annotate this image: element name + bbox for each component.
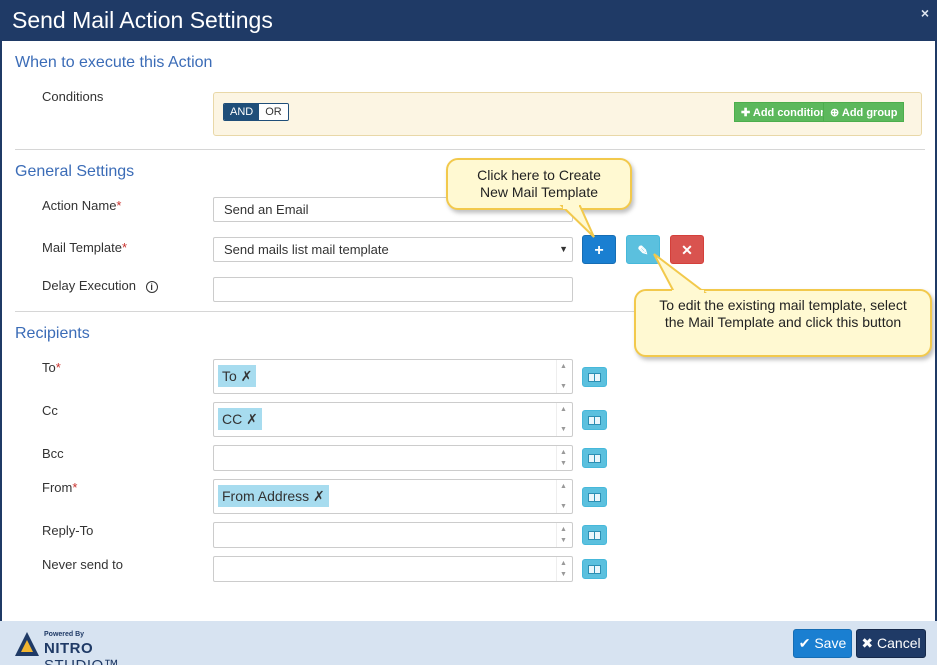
scroll-spinner[interactable]: ▲ ▼: [556, 480, 572, 513]
address-book-button-never-send-to[interactable]: [582, 559, 607, 579]
scroll-spinner[interactable]: ▲ ▼: [556, 403, 572, 436]
close-icon: ✖: [861, 635, 874, 651]
cancel-label: Cancel: [877, 635, 921, 651]
dialog-title-bar: Send Mail Action Settings ×: [0, 0, 937, 41]
divider: [15, 149, 925, 150]
create-mail-template-button[interactable]: +: [582, 235, 616, 264]
conditions-builder: AND OR ✚ Add condition ⊕ Add group: [213, 92, 922, 136]
address-book-icon: [588, 493, 601, 502]
close-icon[interactable]: ×: [921, 5, 929, 21]
nitro-studio-logo: Powered By NITRO STUDIO™: [14, 629, 164, 665]
address-book-button-cc[interactable]: [582, 410, 607, 430]
save-label: Save: [814, 635, 847, 651]
mail-template-label: Mail Template*: [42, 240, 127, 255]
cc-label: Cc: [42, 403, 58, 418]
to-label-text: To: [42, 360, 56, 375]
action-name-label-text: Action Name: [42, 198, 117, 213]
address-book-icon: [588, 373, 601, 382]
arrow-down-icon: ▼: [560, 571, 567, 578]
arrow-up-icon: ▲: [560, 483, 567, 490]
address-book-button-bcc[interactable]: [582, 448, 607, 468]
nitro-logo-icon: [15, 632, 39, 656]
save-button[interactable]: ✔ Save: [793, 629, 852, 658]
cc-field[interactable]: CC ✗ ▲ ▼: [213, 402, 573, 437]
scroll-spinner[interactable]: ▲ ▼: [556, 446, 572, 470]
from-label-text: From: [42, 480, 73, 495]
required-mark: *: [72, 480, 78, 495]
caret-down-icon: ▼: [559, 244, 568, 254]
arrow-up-icon: ▲: [560, 449, 567, 456]
add-condition-button[interactable]: ✚ Add condition: [734, 102, 834, 122]
dialog-title: Send Mail Action Settings: [12, 7, 273, 33]
bcc-label: Bcc: [42, 446, 64, 461]
arrow-down-icon: ▼: [560, 503, 567, 510]
arrow-up-icon: ▲: [560, 560, 567, 567]
scroll-spinner[interactable]: ▲ ▼: [556, 523, 572, 547]
create-template-callout: Click here to Create New Mail Template: [446, 158, 632, 210]
add-condition-label: Add condition: [752, 107, 827, 119]
address-book-icon: [588, 454, 601, 463]
address-book-button-to[interactable]: [582, 367, 607, 387]
arrow-down-icon: ▼: [560, 383, 567, 390]
never-send-to-field[interactable]: ▲ ▼: [213, 556, 573, 582]
section-title-general: General Settings: [15, 163, 135, 180]
section-title-recipients: Recipients: [15, 325, 90, 342]
add-group-button[interactable]: ⊕ Add group: [823, 102, 905, 122]
mail-template-label-text: Mail Template: [42, 240, 122, 255]
from-field[interactable]: From Address ✗ ▲ ▼: [213, 479, 573, 514]
arrow-up-icon: ▲: [560, 406, 567, 413]
brand-bold: NITRO: [44, 640, 94, 657]
plus-icon: +: [594, 242, 604, 259]
brand-rest: STUDIO™: [44, 657, 119, 665]
plus-circle-icon: ⊕: [830, 107, 840, 119]
cancel-button[interactable]: ✖ Cancel: [856, 629, 926, 658]
brand-text: NITRO STUDIO™: [44, 640, 164, 665]
address-book-icon: [588, 416, 601, 425]
and-or-toggle: AND OR: [223, 103, 289, 121]
or-toggle-button[interactable]: OR: [259, 104, 288, 120]
powered-by-text: Powered By: [44, 631, 85, 638]
bcc-field[interactable]: ▲ ▼: [213, 445, 573, 471]
and-toggle-button[interactable]: AND: [224, 104, 260, 120]
required-mark: *: [116, 198, 122, 213]
check-icon: ✔: [798, 635, 811, 651]
recipient-tag-from[interactable]: From Address ✗: [218, 485, 329, 507]
add-group-label: Add group: [841, 107, 898, 119]
conditions-label: Conditions: [42, 89, 104, 104]
arrow-down-icon: ▼: [560, 460, 567, 467]
required-mark: *: [121, 240, 128, 255]
edit-template-callout: To edit the existing mail template, sele…: [634, 289, 932, 357]
arrow-down-icon: ▼: [560, 426, 567, 433]
action-name-label: Action Name*: [42, 198, 121, 213]
address-book-button-reply-to[interactable]: [582, 525, 607, 545]
address-book-icon: [588, 565, 601, 574]
to-label: To*: [42, 360, 61, 375]
delay-execution-input[interactable]: [213, 277, 573, 302]
reply-to-field[interactable]: ▲ ▼: [213, 522, 573, 548]
reply-to-label: Reply-To: [42, 523, 94, 538]
callout-pointer: [559, 205, 595, 238]
never-send-to-label: Never send to: [42, 557, 123, 572]
recipient-tag-to[interactable]: To ✗: [218, 365, 257, 387]
scroll-spinner[interactable]: ▲ ▼: [556, 557, 572, 581]
address-book-icon: [588, 531, 601, 540]
plus-icon: ✚: [741, 107, 751, 119]
mail-template-selected-value: Send mails list mail template: [224, 242, 389, 257]
delay-execution-label: Delay Execution i: [42, 278, 158, 293]
arrow-down-icon: ▼: [560, 537, 567, 544]
to-field[interactable]: To ✗ ▲ ▼: [213, 359, 573, 394]
pencil-icon: ✎: [637, 243, 649, 258]
arrow-up-icon: ▲: [560, 526, 567, 533]
mail-template-select[interactable]: Send mails list mail template ▼: [213, 237, 573, 262]
delay-label-text: Delay Execution: [42, 278, 136, 293]
info-icon[interactable]: i: [145, 281, 158, 293]
recipient-tag-cc[interactable]: CC ✗: [218, 408, 262, 430]
from-label: From*: [42, 480, 77, 495]
scroll-spinner[interactable]: ▲ ▼: [556, 360, 572, 393]
address-book-button-from[interactable]: [582, 487, 607, 507]
callout-pointer: [653, 253, 707, 294]
arrow-up-icon: ▲: [560, 363, 567, 370]
section-title-when: When to execute this Action: [15, 54, 213, 71]
required-mark: *: [55, 360, 61, 375]
